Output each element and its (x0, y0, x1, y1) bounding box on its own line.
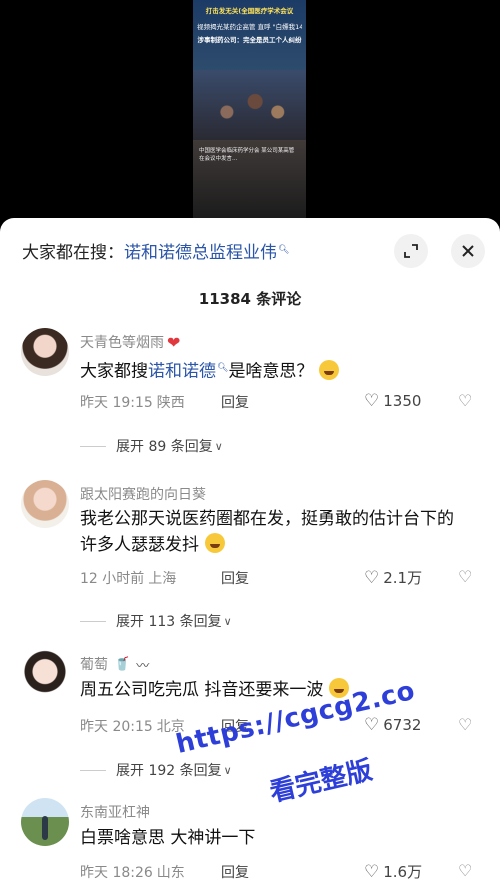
dislike-icon[interactable]: ♡ (458, 391, 472, 410)
expand-replies-button[interactable]: 展开 89 条回复 ∨ (80, 436, 223, 456)
comment-text: 白票啥意思 大神讲一下 (80, 825, 470, 851)
divider (80, 620, 106, 622)
comment-meta: 昨天 18:26 山东 (80, 862, 185, 882)
drink-emoji-icon: 🥤 (114, 656, 131, 672)
comment-text-part: 白票啥意思 大神讲一下 (80, 828, 256, 848)
avatar[interactable] (21, 650, 69, 698)
username-text: 跟太阳赛跑的向日葵 (80, 487, 206, 503)
comment-meta: 昨天 19:15 陕西 (80, 392, 185, 412)
chevron-down-icon: ∨ (223, 614, 232, 628)
keyword-link[interactable]: 诺和诺德 (148, 362, 216, 382)
video-caption-line3: 涉事制药公司：完全是员工个人纠纷 (197, 36, 302, 44)
divider (80, 769, 106, 771)
comment-text-part: 大家都搜 (80, 361, 148, 382)
chevron-down-icon: ∨ (223, 763, 232, 777)
comment-text: 大家都搜诺和诺德🔍︎是啥意思？ (80, 355, 470, 385)
close-x-icon (462, 245, 474, 257)
expand-replies-label: 展开 192 条回复 (116, 763, 222, 779)
dislike-icon[interactable]: ♡ (458, 567, 472, 586)
like-button[interactable]: ♡ 6732 (364, 715, 421, 735)
search-icon: 🔍︎ (217, 363, 229, 373)
search-label: 大家都在搜： (22, 242, 124, 263)
comment-text-part: 我老公那天说医药圈都在发，挺勇敢的估计台下的许多人瑟瑟发抖 (80, 509, 454, 555)
video-preview[interactable]: 打击发无关(全国医疗学术会议 视频揭光某药企高管 直呼 "白嫖我14年" 涉事制… (193, 0, 306, 218)
heart-icon: ♡ (364, 391, 380, 411)
heart-icon: ♡ (364, 567, 380, 588)
reply-button[interactable]: 回复 (221, 392, 249, 412)
video-caption-title: 打击发无关(全国医疗学术会议 (205, 7, 294, 15)
comment-count: 11384 条评论 (198, 290, 302, 308)
search-term-link[interactable]: 诺和诺德总监程业伟 (124, 238, 277, 263)
like-button[interactable]: ♡ 1350 (364, 391, 421, 411)
like-count: 6732 (383, 716, 422, 734)
like-count: 1350 (383, 392, 422, 410)
comment-time: 昨天 18:26 (80, 865, 153, 881)
avatar[interactable] (21, 798, 69, 846)
username-text: 葡萄 (80, 657, 108, 673)
expand-replies-button[interactable]: 展开 113 条回复 ∨ (80, 611, 232, 631)
expand-icon[interactable] (394, 234, 428, 268)
comment-meta: 昨天 20:15 北京 (80, 716, 185, 736)
heart-icon: ♡ (364, 715, 380, 735)
heart-icon: ♡ (364, 861, 380, 882)
dislike-icon[interactable]: ♡ (458, 715, 472, 734)
video-scene (193, 70, 306, 140)
video-subtitle: 中国医学会临床药学分会 某公司某高管 在会议中发言… (199, 148, 295, 162)
reply-button[interactable]: 回复 (221, 568, 249, 588)
like-button[interactable]: ♡ 2.1万 (364, 567, 422, 588)
like-count: 2.1万 (383, 569, 423, 587)
comment-time: 昨天 19:15 (80, 395, 153, 411)
comment-text: 我老公那天说医药圈都在发，挺勇敢的估计台下的许多人瑟瑟发抖 (80, 506, 470, 558)
expand-replies-button[interactable]: 展开 192 条回复 ∨ (80, 760, 232, 780)
laughing-emoji-icon (319, 359, 340, 380)
comment-text-part: 周五公司吃完瓜 抖音还要来一波 (80, 680, 324, 700)
avatar[interactable] (21, 480, 69, 528)
comment-meta: 12 小时前 上海 (80, 568, 176, 588)
comment-username[interactable]: 东南亚杠神 (80, 802, 150, 822)
comment-time: 12 小时前 (80, 571, 145, 587)
comment-username[interactable]: 跟太阳赛跑的向日葵 (80, 484, 206, 504)
comments-sheet: 大家都在搜： 诺和诺德总监程业伟 🔍︎ 11384 条评论 天青色等烟雨 ❤ 大… (0, 218, 500, 886)
expand-replies-label: 展开 113 条回复 (116, 614, 222, 630)
heart-emoji-icon: ❤ (167, 332, 181, 352)
comment-text-part: 是啥意思？ (228, 361, 314, 382)
username-text: 东南亚杠神 (80, 805, 150, 821)
username-text: 天青色等烟雨 (80, 335, 164, 351)
like-count: 1.6万 (383, 863, 423, 881)
expand-replies-label: 展开 89 条回复 (116, 439, 213, 455)
comment-location: 上海 (148, 571, 177, 587)
grinning-emoji-icon (205, 533, 225, 553)
comment-username[interactable]: 葡萄 🥤 〰 (80, 654, 149, 674)
expand-arrow-icon (404, 244, 418, 258)
reply-button[interactable]: 回复 (221, 862, 249, 882)
divider (80, 445, 106, 447)
search-icon: 🔍︎ (278, 245, 290, 255)
close-icon[interactable] (451, 234, 485, 268)
comment-time: 昨天 20:15 (80, 719, 153, 735)
chevron-down-icon: ∨ (214, 439, 223, 453)
like-button[interactable]: ♡ 1.6万 (364, 861, 422, 882)
dislike-icon[interactable]: ♡ (458, 861, 472, 880)
avatar[interactable] (21, 328, 69, 376)
username-suffix: 〰 (136, 658, 150, 674)
video-caption-line2: 视频揭光某药企高管 直呼 "白嫖我14年" (197, 23, 302, 31)
search-suggestion[interactable]: 大家都在搜： 诺和诺德总监程业伟 🔍︎ (22, 236, 289, 264)
comment-username[interactable]: 天青色等烟雨 ❤ (80, 332, 180, 352)
comment-location: 陕西 (156, 395, 185, 411)
comment-location: 山东 (156, 865, 185, 881)
